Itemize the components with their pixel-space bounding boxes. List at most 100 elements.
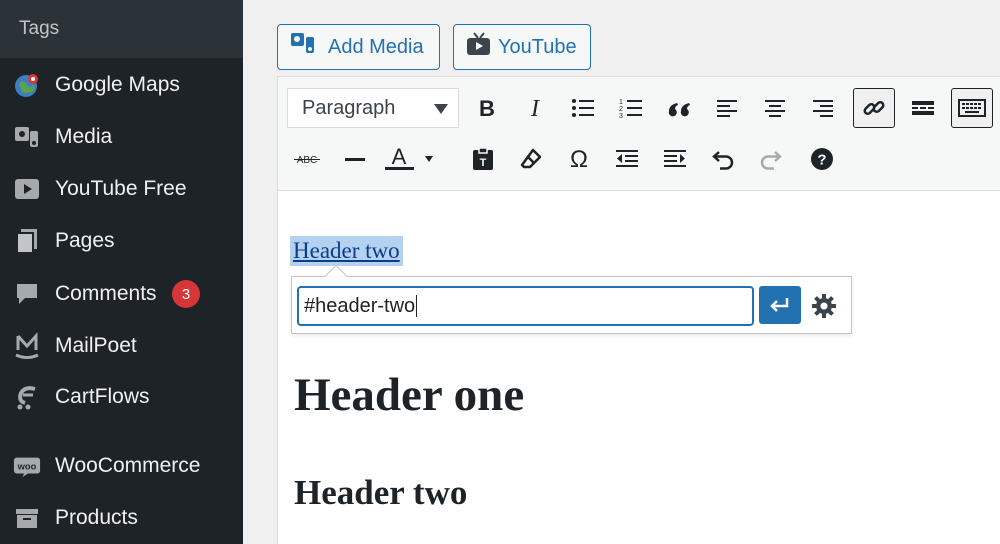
indent-button[interactable] bbox=[654, 139, 696, 179]
read-more-button[interactable] bbox=[902, 88, 944, 128]
sidebar-item-media[interactable]: Media bbox=[0, 111, 243, 163]
sidebar-item-pages[interactable]: Pages bbox=[0, 215, 243, 267]
align-right-icon bbox=[813, 100, 833, 117]
svg-text:1: 1 bbox=[619, 99, 623, 106]
comment-count-badge: 3 bbox=[172, 280, 200, 308]
special-character-button[interactable]: Ω bbox=[558, 139, 600, 179]
add-media-button[interactable]: Add Media bbox=[277, 24, 440, 70]
text-cursor bbox=[416, 295, 418, 317]
clear-formatting-button[interactable] bbox=[510, 139, 552, 179]
sidebar-item-products[interactable]: Products bbox=[0, 492, 243, 544]
pages-icon bbox=[13, 227, 41, 255]
align-center-icon bbox=[765, 100, 785, 117]
sidebar-item-mailpoet[interactable]: MailPoet bbox=[0, 320, 243, 372]
bullet-list-button[interactable] bbox=[562, 88, 604, 128]
svg-text:woo: woo bbox=[17, 462, 37, 472]
outdent-icon bbox=[616, 150, 638, 167]
strikethrough-icon: ABC bbox=[294, 155, 320, 166]
numbered-list-button[interactable]: 123 bbox=[610, 88, 652, 128]
sidebar-item-comments[interactable]: Comments 3 bbox=[0, 268, 243, 320]
link-url-value: #header-two bbox=[304, 294, 416, 317]
text-color-icon: A bbox=[385, 146, 433, 170]
strikethrough-button[interactable]: ABC bbox=[286, 139, 328, 179]
blockquote-button[interactable] bbox=[658, 88, 700, 128]
insert-link-button[interactable] bbox=[853, 88, 895, 128]
sidebar-item-label: Products bbox=[55, 506, 138, 529]
undo-icon bbox=[712, 151, 734, 170]
add-media-label: Add Media bbox=[328, 35, 424, 58]
selected-link-text[interactable]: Header two bbox=[290, 236, 403, 266]
horizontal-line-icon bbox=[345, 158, 365, 161]
media-icon bbox=[13, 123, 41, 151]
tv-icon bbox=[466, 31, 492, 63]
keyboard-icon bbox=[958, 99, 986, 117]
align-right-button[interactable] bbox=[802, 88, 844, 128]
admin-sidebar: Tags Google Maps Media YouTube Free Page… bbox=[0, 0, 243, 544]
help-icon: ? bbox=[811, 148, 833, 170]
comment-icon bbox=[13, 280, 41, 308]
horizontal-line-button[interactable] bbox=[334, 139, 376, 179]
italic-button[interactable]: I bbox=[514, 88, 556, 128]
enter-icon bbox=[770, 298, 789, 312]
svg-text:B: B bbox=[479, 97, 495, 119]
eraser-icon bbox=[520, 148, 542, 169]
format-select[interactable]: Paragraph bbox=[287, 88, 459, 128]
play-icon bbox=[13, 175, 41, 203]
sidebar-item-label: Media bbox=[55, 125, 113, 148]
sidebar-item-label: Tags bbox=[19, 18, 60, 39]
bullet-list-icon bbox=[572, 99, 594, 117]
sidebar-item-label: MailPoet bbox=[55, 334, 137, 357]
mailpoet-icon bbox=[13, 332, 41, 360]
woo-icon: woo bbox=[13, 452, 41, 480]
svg-text:T: T bbox=[480, 157, 487, 169]
apply-link-button[interactable] bbox=[759, 286, 801, 324]
svg-text:A: A bbox=[392, 146, 407, 169]
sidebar-item-label: Google Maps bbox=[55, 73, 180, 96]
sidebar-item-google-maps[interactable]: Google Maps bbox=[0, 59, 243, 111]
svg-text:I: I bbox=[530, 97, 540, 119]
paste-text-button[interactable]: T bbox=[462, 139, 504, 179]
cartflows-icon bbox=[13, 383, 41, 411]
align-left-button[interactable] bbox=[706, 88, 748, 128]
outdent-button[interactable] bbox=[606, 139, 648, 179]
align-center-button[interactable] bbox=[754, 88, 796, 128]
sidebar-item-woocommerce[interactable]: woo WooCommerce bbox=[0, 440, 243, 492]
svg-text:ABC: ABC bbox=[297, 155, 318, 166]
chevron-down-icon bbox=[434, 104, 448, 114]
undo-button[interactable] bbox=[702, 139, 744, 179]
text-color-button[interactable]: A bbox=[382, 139, 438, 179]
align-left-icon bbox=[717, 100, 737, 117]
link-url-input[interactable]: #header-two bbox=[297, 286, 754, 326]
youtube-button[interactable]: YouTube bbox=[453, 24, 591, 70]
classic-editor: Paragraph B I 123 ABC A T Ω ? Header two… bbox=[277, 76, 1000, 544]
redo-button[interactable] bbox=[750, 139, 792, 179]
gear-icon bbox=[812, 294, 836, 318]
sidebar-item-tags[interactable]: Tags bbox=[0, 0, 243, 58]
sidebar-item-label: YouTube Free bbox=[55, 177, 187, 200]
bold-button[interactable]: B bbox=[466, 88, 508, 128]
bold-icon: B bbox=[479, 97, 495, 119]
quote-icon bbox=[668, 103, 690, 117]
clipboard-icon: T bbox=[473, 147, 493, 170]
svg-text:?: ? bbox=[817, 152, 826, 169]
format-select-value: Paragraph bbox=[302, 96, 396, 119]
help-button[interactable]: ? bbox=[801, 139, 843, 179]
numbered-list-icon: 123 bbox=[619, 99, 642, 119]
popup-arrow bbox=[324, 264, 348, 288]
link-icon bbox=[863, 100, 885, 116]
link-settings-button[interactable] bbox=[806, 288, 842, 324]
indent-icon bbox=[664, 150, 686, 167]
read-more-icon bbox=[912, 101, 934, 115]
omega-icon: Ω bbox=[570, 147, 588, 171]
sidebar-item-label: CartFlows bbox=[55, 385, 150, 408]
sidebar-item-youtube-free[interactable]: YouTube Free bbox=[0, 163, 243, 215]
heading-one: Header one bbox=[294, 369, 525, 421]
heading-two: Header two bbox=[294, 473, 468, 512]
svg-text:2: 2 bbox=[619, 106, 623, 113]
sidebar-item-label: WooCommerce bbox=[55, 454, 201, 477]
sidebar-item-cartflows[interactable]: CartFlows bbox=[0, 371, 243, 423]
svg-text:Ω: Ω bbox=[570, 147, 588, 171]
link-toolbar-popup: #header-two bbox=[291, 264, 852, 334]
editor-toolbar: Paragraph B I 123 ABC A T Ω ? bbox=[278, 77, 1000, 191]
toolbar-toggle-button[interactable] bbox=[951, 88, 993, 128]
